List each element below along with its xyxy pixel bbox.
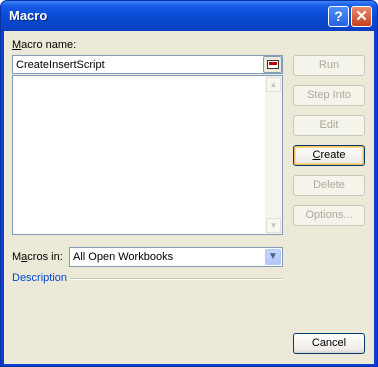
scroll-up-icon[interactable]: ▲ (266, 77, 281, 92)
title-bar[interactable]: Macro ? ✕ (1, 1, 377, 31)
macro-dialog: Macro ? ✕ Macro name: CreateInsertScript… (0, 0, 378, 367)
macro-list[interactable]: ▲ ▼ (12, 75, 283, 235)
macro-name-value: CreateInsertScript (16, 59, 105, 71)
close-button[interactable]: ✕ (351, 6, 372, 27)
help-icon: ? (334, 8, 343, 24)
macros-in-value: All Open Workbooks (73, 251, 174, 263)
collapse-dialog-button[interactable] (263, 56, 282, 73)
create-button[interactable]: Create (293, 145, 365, 166)
description-label: Description (12, 272, 68, 284)
list-scrollbar[interactable]: ▲ ▼ (265, 76, 282, 234)
macros-in-label: Macros in: (12, 251, 63, 263)
description-divider (70, 278, 283, 280)
dialog-body: Macro name: CreateInsertScript ▲ ▼ Run S… (4, 31, 374, 364)
macro-name-label: Macro name: (12, 39, 77, 51)
close-icon: ✕ (355, 8, 368, 25)
chevron-down-icon[interactable]: ▼ (265, 249, 281, 265)
edit-button[interactable]: Edit (293, 115, 365, 136)
window-title: Macro (9, 8, 48, 23)
cancel-button[interactable]: Cancel (293, 333, 365, 354)
step-into-button[interactable]: Step Into (293, 85, 365, 106)
macro-name-input[interactable]: CreateInsertScript (12, 55, 283, 74)
collapse-dialog-icon (267, 60, 279, 69)
help-button[interactable]: ? (328, 6, 349, 27)
delete-button[interactable]: Delete (293, 175, 365, 196)
scroll-down-icon[interactable]: ▼ (266, 218, 281, 233)
macros-in-select[interactable]: All Open Workbooks ▼ (69, 247, 283, 267)
run-button[interactable]: Run (293, 55, 365, 76)
options-button[interactable]: Options... (293, 205, 365, 226)
